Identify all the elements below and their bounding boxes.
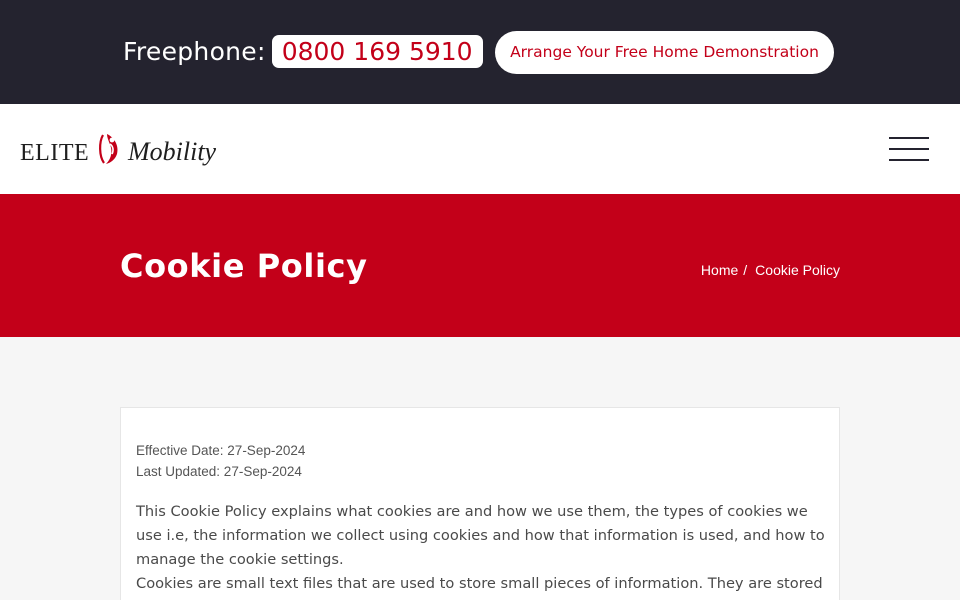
last-updated: Last Updated: 27-Sep-2024 bbox=[136, 464, 302, 479]
phone-number-link[interactable]: 0800 169 5910 bbox=[271, 34, 483, 68]
logo-word-mobility: Mobility bbox=[128, 137, 217, 166]
logo-figure-icon bbox=[99, 134, 118, 164]
content-card: Effective Date: 27-Sep-2024 Last Updated… bbox=[120, 407, 840, 600]
elite-mobility-logo[interactable]: ELITE Mobility bbox=[20, 132, 225, 170]
logo-word-elite: ELITE bbox=[20, 140, 90, 166]
breadcrumb-current: Cookie Policy bbox=[755, 262, 840, 278]
breadcrumb-separator: / bbox=[743, 262, 748, 278]
policy-paragraph: Cookies are small text files that are us… bbox=[136, 575, 823, 600]
policy-body: This Cookie Policy explains what cookies… bbox=[136, 500, 828, 600]
top-contact-bar: Freephone: 0800 169 5910 Arrange Your Fr… bbox=[0, 0, 960, 104]
page-title: Cookie Policy bbox=[120, 247, 368, 285]
breadcrumb-home-link[interactable]: Home bbox=[701, 262, 738, 278]
freephone-label: Freephone: bbox=[123, 36, 266, 66]
site-header: ELITE Mobility bbox=[0, 104, 960, 194]
breadcrumb: Home / Cookie Policy bbox=[701, 262, 840, 278]
hamburger-menu-icon[interactable] bbox=[889, 137, 929, 161]
policy-paragraph: This Cookie Policy explains what cookies… bbox=[136, 503, 825, 568]
freephone: Freephone: 0800 169 5910 bbox=[123, 33, 483, 69]
page-title-banner: Cookie Policy Home / Cookie Policy bbox=[0, 194, 960, 337]
policy-dates: Effective Date: 27-Sep-2024 Last Updated… bbox=[136, 440, 305, 482]
free-demonstration-button[interactable]: Arrange Your Free Home Demonstration bbox=[495, 31, 834, 74]
effective-date: Effective Date: 27-Sep-2024 bbox=[136, 443, 306, 458]
banner-shadow bbox=[0, 337, 960, 385]
